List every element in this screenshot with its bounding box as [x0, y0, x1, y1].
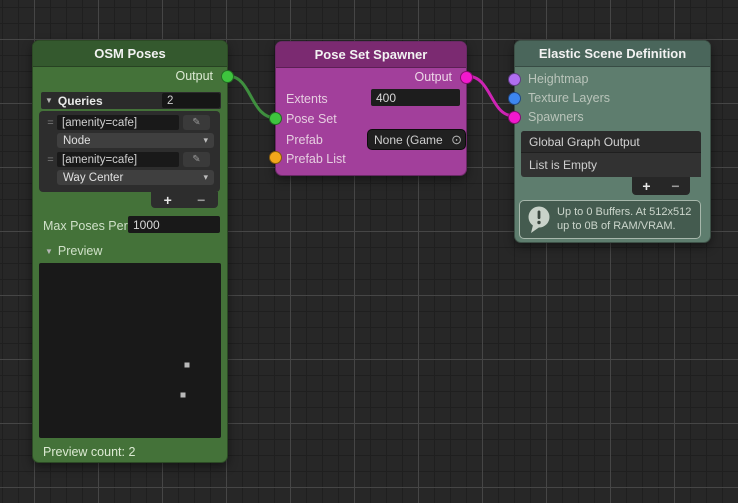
osm-output-port[interactable]	[221, 70, 234, 83]
node-pose-set-spawner[interactable]: Pose Set Spawner Output Extents Pose Set…	[269, 41, 473, 176]
remove-query-button[interactable]: −	[197, 193, 205, 207]
node-osm-title[interactable]: OSM Poses	[33, 41, 227, 67]
graph-canvas[interactable]: OSM Poses Output ▼ Queries = ✎ Node ▾ = …	[0, 0, 738, 503]
extents-field[interactable]	[371, 89, 460, 106]
max-poses-field[interactable]	[128, 216, 220, 233]
buffer-info-box: Up to 0 Buffers. At 512x512 up to 0B of …	[519, 200, 701, 239]
edge-spawner-output-to-spawners[interactable]	[466, 74, 515, 118]
drag-handle-icon[interactable]: =	[43, 154, 57, 166]
texture-layers-port-label: Texture Layers	[528, 91, 610, 105]
query-row: = ✎	[43, 115, 220, 130]
query-edit-button[interactable]: ✎	[183, 152, 210, 167]
preview-label: Preview	[57, 244, 103, 258]
query-edit-icon: ✎	[192, 153, 201, 165]
add-query-button[interactable]: +	[164, 193, 172, 207]
pose-set-port-label: Pose Set	[286, 112, 337, 126]
heightmap-port[interactable]	[508, 73, 521, 86]
query-row: = ✎	[43, 152, 220, 167]
query-list: = ✎ Node ▾ = ✎ Way Center ▾	[39, 111, 220, 192]
graph-output-list-empty-row: List is Empty	[529, 158, 598, 172]
prefab-list-port[interactable]	[269, 151, 282, 164]
query-edit-button[interactable]: ✎	[183, 115, 210, 130]
spawner-output-port-label: Output	[414, 70, 452, 84]
graph-output-list-header[interactable]: Global Graph Output	[521, 131, 701, 153]
node-elastic-title[interactable]: Elastic Scene Definition	[515, 41, 710, 67]
pose-gizmo	[180, 374, 214, 398]
spawner-output-port[interactable]	[460, 71, 473, 84]
node-spawner-title[interactable]: Pose Set Spawner	[276, 42, 466, 68]
heightmap-port-label: Heightmap	[528, 72, 589, 86]
node-elastic-scene-definition[interactable]: Elastic Scene Definition Heightmap Textu…	[508, 40, 711, 243]
query-type-value: Node	[63, 134, 91, 147]
query-edit-icon: ✎	[192, 116, 201, 128]
remove-output-button[interactable]: −	[671, 179, 679, 193]
preview-viewport	[39, 263, 221, 438]
buffer-info-text: Up to 0 Buffers. At 512x512 up to 0B of …	[557, 206, 692, 232]
prefab-label: Prefab	[286, 133, 323, 147]
extents-label: Extents	[286, 92, 328, 106]
preview-foldout[interactable]: ▼ Preview	[41, 244, 102, 258]
graph-output-list: Global Graph Output List is Empty	[521, 131, 701, 177]
info-bubble-icon	[528, 206, 550, 233]
drag-handle-icon[interactable]: =	[43, 117, 57, 129]
object-picker-icon[interactable]: ⊙	[451, 133, 462, 146]
queries-count-field[interactable]	[162, 93, 220, 108]
spawners-port[interactable]	[508, 111, 521, 124]
queries-label: Queries	[57, 93, 103, 108]
foldout-triangle-icon[interactable]: ▼	[45, 96, 53, 105]
prefab-list-port-label: Prefab List	[286, 152, 346, 166]
chevron-down-icon: ▾	[203, 135, 208, 145]
graph-output-list-footer: + −	[632, 177, 690, 195]
query-type-dropdown[interactable]: Node ▾	[57, 133, 214, 148]
query-type-dropdown[interactable]: Way Center ▾	[57, 170, 214, 185]
prefab-object-value: None (Game	[374, 132, 443, 147]
pose-set-port[interactable]	[269, 112, 282, 125]
add-output-button[interactable]: +	[642, 179, 650, 193]
chevron-down-icon: ▾	[203, 172, 208, 182]
query-list-footer: + −	[151, 192, 218, 208]
query-string-field[interactable]	[57, 115, 179, 130]
query-string-field[interactable]	[57, 152, 179, 167]
max-poses-label: Max Poses Per	[43, 219, 128, 233]
pose-gizmo	[184, 336, 218, 368]
preview-count-text: Preview count: 2	[43, 445, 136, 459]
edge-osm-output-to-pose-set[interactable]	[227, 74, 277, 120]
query-type-value: Way Center	[63, 171, 124, 184]
spawners-port-label: Spawners	[528, 110, 584, 124]
texture-layers-port[interactable]	[508, 92, 521, 105]
node-osm-poses[interactable]: OSM Poses Output ▼ Queries = ✎ Node ▾ = …	[32, 40, 234, 463]
prefab-object-field[interactable]: None (Game ⊙	[367, 129, 466, 150]
preview-gizmo-layer	[180, 336, 218, 398]
foldout-triangle-icon[interactable]: ▼	[45, 247, 53, 256]
osm-output-port-label: Output	[175, 69, 213, 83]
queries-header[interactable]: ▼ Queries	[41, 92, 221, 109]
